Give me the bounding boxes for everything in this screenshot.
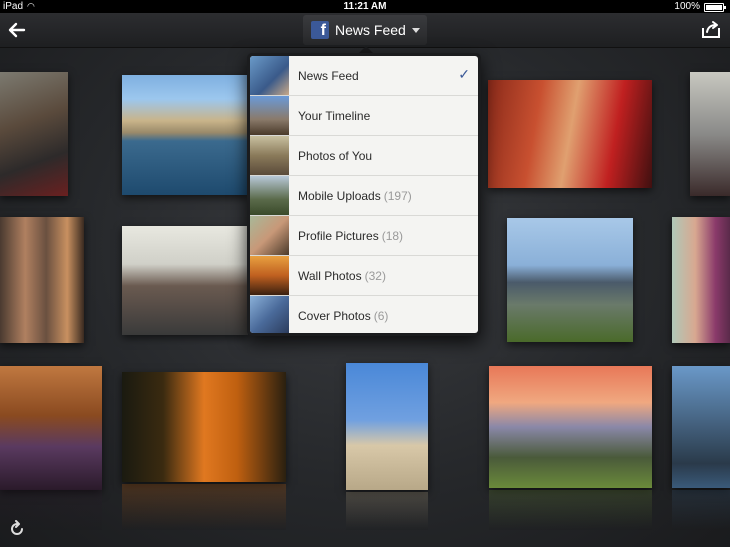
photo-tile[interactable]: [122, 372, 286, 482]
menu-thumbnail: [250, 256, 289, 295]
share-button[interactable]: [698, 17, 724, 43]
clock: 11:21 AM: [343, 1, 387, 12]
checkmark-icon: ✓: [458, 66, 470, 82]
album-menu-popover: News Feed ✓ Your Timeline Photos of You …: [247, 53, 481, 336]
photo-tile[interactable]: [122, 75, 248, 195]
back-button[interactable]: [4, 17, 30, 43]
menu-thumbnail: [250, 216, 289, 255]
photo-reflection: [346, 492, 428, 530]
photo-reflection: [489, 490, 652, 530]
menu-thumbnail: [250, 56, 289, 95]
photo-tile[interactable]: [122, 226, 248, 335]
menu-item-your-timeline[interactable]: Your Timeline: [250, 96, 478, 136]
menu-item-label: Profile Pictures: [298, 228, 379, 243]
nav-bar: f News Feed: [0, 13, 730, 48]
photo-tile[interactable]: [489, 366, 652, 488]
facebook-logo-icon: f: [311, 21, 329, 39]
menu-thumbnail: [250, 296, 289, 333]
menu-item-label: Your Timeline: [298, 108, 371, 123]
refresh-icon: [11, 520, 23, 535]
photo-reflection: [122, 484, 286, 530]
chevron-down-icon: [411, 27, 420, 33]
menu-item-mobile-uploads[interactable]: Mobile Uploads (197): [250, 176, 478, 216]
photo-tile[interactable]: [690, 72, 730, 196]
menu-thumbnail: [250, 96, 289, 135]
back-arrow-icon: [8, 22, 26, 38]
refresh-button[interactable]: [8, 520, 26, 538]
photo-reflection: [672, 490, 730, 530]
photo-tile[interactable]: [488, 80, 652, 188]
menu-item-label: Mobile Uploads: [298, 188, 381, 203]
photo-tile[interactable]: [346, 363, 428, 490]
menu-item-cover-photos[interactable]: Cover Photos (6): [250, 296, 478, 333]
photo-tile[interactable]: [0, 72, 68, 196]
photo-tile[interactable]: [507, 218, 633, 342]
photo-tile[interactable]: [672, 217, 730, 343]
share-icon: [702, 21, 720, 38]
menu-item-profile-pictures[interactable]: Profile Pictures (18): [250, 216, 478, 256]
menu-item-count: (18): [381, 228, 404, 243]
menu-item-label: Cover Photos: [298, 308, 371, 323]
menu-item-label: Photos of You: [298, 148, 373, 163]
menu-item-count: (32): [364, 268, 386, 283]
menu-item-label: Wall Photos: [298, 268, 362, 283]
status-bar: iPad ◠ 11:21 AM 100%: [0, 0, 730, 13]
menu-item-news-feed[interactable]: News Feed ✓: [250, 56, 478, 96]
photo-tile[interactable]: [672, 366, 730, 488]
menu-item-photos-of-you[interactable]: Photos of You: [250, 136, 478, 176]
menu-item-count: (197): [383, 188, 412, 203]
menu-thumbnail: [250, 136, 289, 175]
album-menu-list: News Feed ✓ Your Timeline Photos of You …: [250, 56, 478, 333]
battery-icon: [704, 3, 726, 12]
menu-item-label: News Feed: [298, 68, 359, 83]
battery-percent: 100%: [674, 1, 700, 12]
album-title: News Feed: [335, 22, 406, 38]
photo-tile[interactable]: [0, 217, 84, 343]
album-selector-button[interactable]: f News Feed: [303, 15, 427, 45]
photo-tile[interactable]: [0, 366, 102, 490]
menu-item-count: (6): [373, 308, 389, 323]
menu-thumbnail: [250, 176, 289, 215]
menu-item-wall-photos[interactable]: Wall Photos (32): [250, 256, 478, 296]
